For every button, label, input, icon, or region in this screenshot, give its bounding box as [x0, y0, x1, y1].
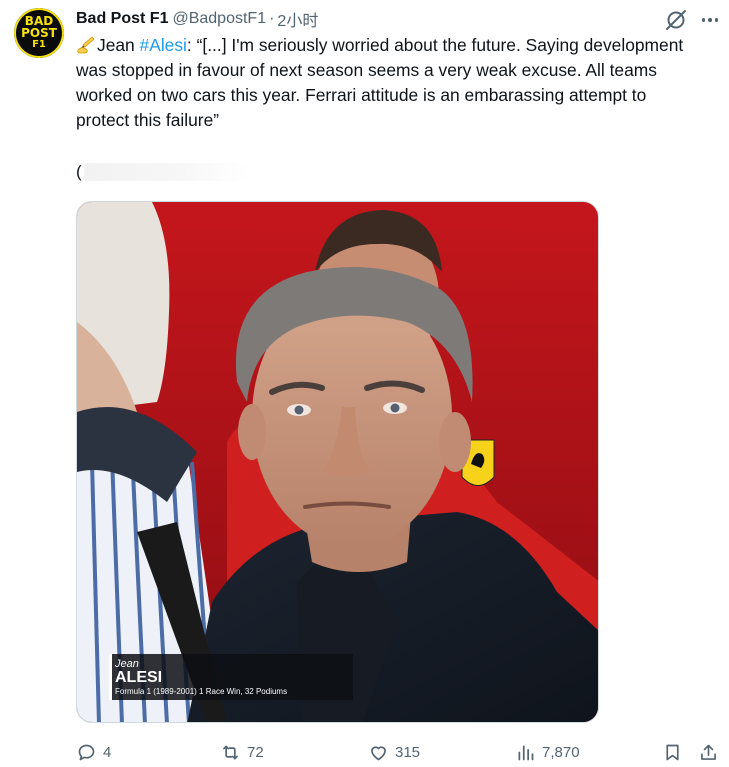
- like-icon: [371, 745, 386, 760]
- grok-icon[interactable]: [664, 8, 688, 32]
- redacted-text: [83, 163, 249, 181]
- share-button[interactable]: [698, 737, 719, 767]
- timestamp[interactable]: 2小时: [277, 7, 318, 31]
- author-handle[interactable]: @BadpostF1: [172, 10, 266, 28]
- tweet-paren: (: [76, 162, 82, 181]
- avatar-ring: [14, 8, 64, 58]
- avatar[interactable]: BAD POST F1: [14, 8, 64, 58]
- bookmark-button[interactable]: [662, 737, 683, 767]
- like-count: 315: [395, 743, 421, 761]
- share-icon: [701, 744, 716, 760]
- views-count: 7,870: [542, 743, 580, 761]
- like-button[interactable]: 315: [368, 737, 420, 767]
- more-icon[interactable]: [698, 8, 722, 32]
- header-separator: ·: [269, 10, 275, 27]
- tweet-text: Jean #Alesi: “[...] I'm seriously worrie…: [76, 33, 696, 133]
- writing-hand-icon: [76, 34, 96, 54]
- repost-count: 72: [247, 743, 264, 761]
- views-button[interactable]: 7,870: [515, 737, 580, 767]
- retweet-icon: [223, 745, 238, 759]
- tweet-header: Bad Post F1 @BadpostF1 · 2小时: [76, 8, 318, 30]
- reply-count: 4: [103, 743, 112, 761]
- author-name[interactable]: Bad Post F1: [76, 10, 168, 28]
- media-photo: Jean ALESI Formula 1 (1989-2001) 1 Race …: [77, 202, 598, 722]
- repost-button[interactable]: 72: [220, 737, 264, 767]
- views-icon: [518, 745, 534, 760]
- reply-icon: [78, 744, 95, 760]
- caption-detail: Formula 1 (1989-2001) 1 Race Win, 32 Pod…: [115, 687, 287, 696]
- tweet-text-prefix: Jean: [97, 35, 140, 55]
- hashtag-link[interactable]: #Alesi: [140, 35, 187, 55]
- bookmark-icon: [666, 744, 679, 760]
- action-bar: 4 72 315 7,870: [76, 737, 726, 767]
- tweet-paren-line: (: [76, 160, 249, 184]
- caption-last-name: ALESI: [115, 669, 162, 686]
- tweet-media-image[interactable]: Jean ALESI Formula 1 (1989-2001) 1 Race …: [76, 201, 599, 723]
- reply-button[interactable]: 4: [76, 737, 111, 767]
